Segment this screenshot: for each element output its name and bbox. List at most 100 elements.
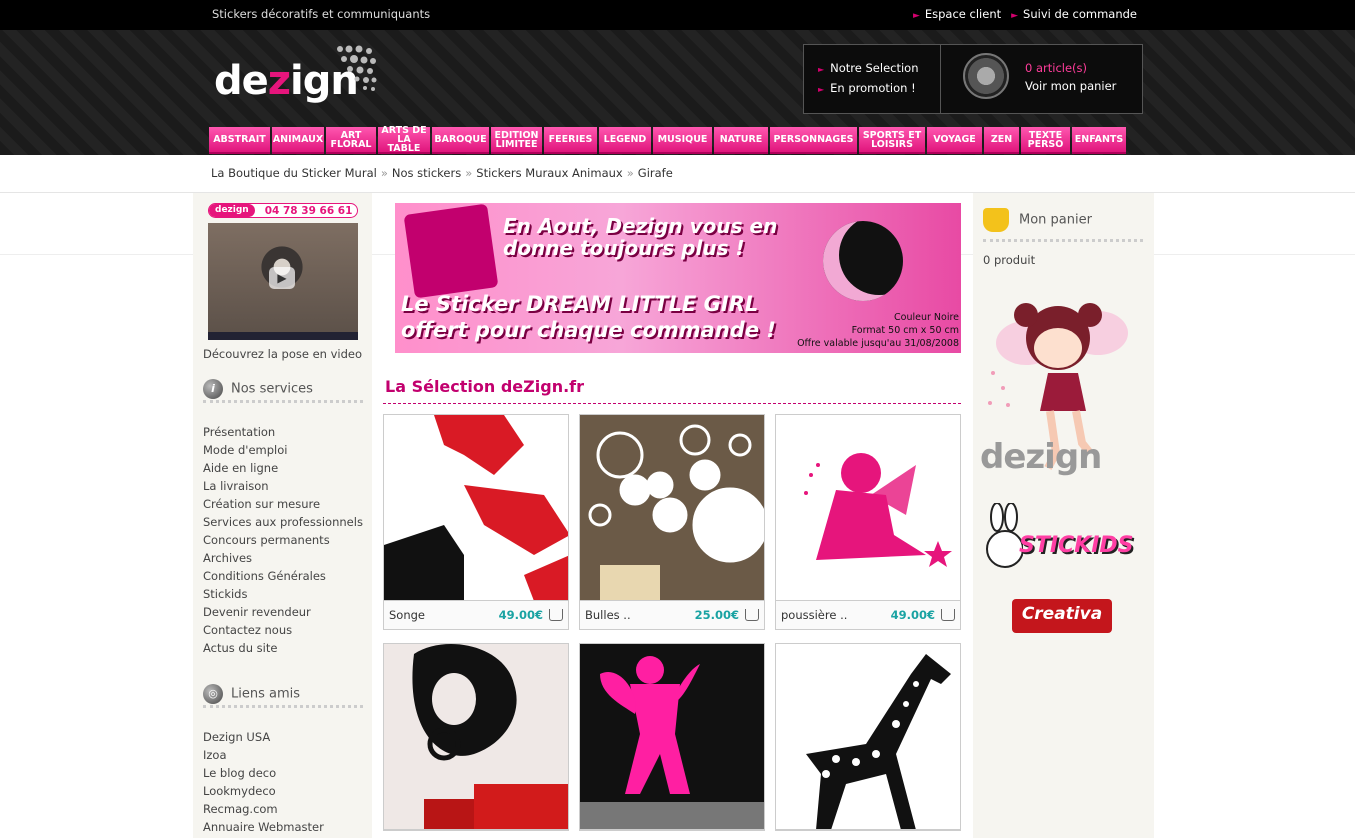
breadcrumb-current: Girafe (637, 166, 673, 180)
add-to-cart-icon[interactable] (745, 609, 759, 621)
arrow-icon: ► (1011, 11, 1019, 21)
friend-link[interactable]: Dezign USA (203, 728, 324, 746)
product-image-poussiere[interactable] (776, 415, 960, 601)
nav-item-baroque[interactable]: BAROQUE (432, 127, 489, 154)
site-header: dezign ► Notre Selection ► En promotion ! … (0, 30, 1355, 155)
video-player[interactable]: ▶ (208, 223, 358, 340)
left-sidebar: dezign 04 78 39 66 61 ▶ Découvrez la pos… (193, 193, 372, 838)
nav-item-feeries[interactable]: FEERIES (544, 127, 597, 154)
friend-link[interactable]: Le blog deco (203, 764, 324, 782)
breadcrumb-home[interactable]: La Boutique du Sticker Mural (211, 166, 377, 180)
promotion-link[interactable]: ► En promotion ! (818, 79, 940, 99)
selection-title: La Sélection deZign.fr (385, 377, 585, 396)
service-link[interactable]: Concours permanents (203, 531, 363, 549)
gift-icon (403, 203, 499, 299)
site-tagline: Stickers décoratifs et communiquants (212, 7, 431, 21)
fairy-brand: dezign (980, 437, 1102, 477)
breadcrumb-bar: La Boutique du Sticker Mural» Nos sticker… (0, 155, 1355, 193)
creativa-logo[interactable]: Creativa (1012, 599, 1112, 633)
stickids-logo[interactable]: STICKIDS (983, 503, 1143, 575)
friend-link[interactable]: Izoa (203, 746, 324, 764)
shopping-cart-icon[interactable] (963, 53, 1009, 99)
service-link[interactable]: Aide en ligne (203, 459, 363, 477)
service-link[interactable]: Stickids (203, 585, 363, 603)
service-link[interactable]: Actus du site (203, 639, 363, 657)
video-caption[interactable]: Découvrez la pose en video (203, 347, 362, 361)
moon-girl-icon (823, 221, 903, 301)
bunny-icon (986, 503, 1023, 568)
services-heading: i Nos services (203, 379, 363, 403)
right-sidebar: Mon panier 0 produit dezign STICKIDS Cre… (973, 193, 1154, 838)
nav-item-sports-et-loisirs[interactable]: SPORTS ET LOISIRS (859, 127, 925, 154)
fairy-mascot[interactable]: dezign (978, 293, 1148, 489)
breadcrumb-animaux[interactable]: Stickers Muraux Animaux (476, 166, 622, 180)
account-links: ► Espace client ► Suivi de commande (913, 7, 1137, 21)
nav-item-personnages[interactable]: PERSONNAGES (770, 127, 857, 154)
product-card[interactable] (775, 643, 961, 831)
product-image-girafe[interactable] (776, 644, 960, 830)
nav-item-animaux[interactable]: ANIMAUX (272, 127, 324, 154)
espace-client-link[interactable]: ► Espace client (913, 7, 1001, 21)
service-link[interactable]: Mode d'emploi (203, 441, 363, 459)
cart-heading: Mon panier (983, 208, 1143, 242)
promo-banner[interactable]: En Aout, Dezign vous en donne toujours pl… (395, 203, 961, 353)
cart-product-count: 0 produit (983, 253, 1036, 267)
friend-link[interactable]: Annuaire Webmaster (203, 818, 324, 836)
service-link[interactable]: Contactez nous (203, 621, 363, 639)
product-card[interactable] (579, 643, 765, 831)
nav-item-zen[interactable]: ZEN (984, 127, 1019, 154)
shopping-bag-icon (983, 208, 1009, 232)
category-nav: ABSTRAIT ANIMAUX ART FLORAL ARTS DE LA TABL… (209, 126, 1126, 154)
nav-item-arts-de-la-table[interactable]: ARTS DE LA TABLE (378, 126, 430, 154)
nav-item-edition-limitee[interactable]: EDITION LIMITEE (491, 127, 542, 154)
cart-count: 0 article(s) (1025, 61, 1088, 75)
service-link[interactable]: Archives (203, 549, 363, 567)
dezign-logo[interactable]: dezign (214, 44, 379, 112)
product-image-fairy[interactable] (580, 644, 764, 830)
play-icon[interactable]: ▶ (269, 267, 295, 289)
product-card[interactable]: poussière .. 49.00€ (775, 414, 961, 630)
product-image-bulles[interactable] (580, 415, 764, 601)
friend-link[interactable]: Lookmydeco (203, 782, 324, 800)
nav-item-art-floral[interactable]: ART FLORAL (326, 127, 376, 154)
nav-item-enfants[interactable]: ENFANTS (1072, 127, 1126, 154)
links-heading: ◎ Liens amis (203, 684, 363, 708)
nav-item-nature[interactable]: NATURE (714, 127, 768, 154)
info-icon: i (203, 379, 223, 399)
nav-item-abstrait[interactable]: ABSTRAIT (209, 127, 270, 154)
arrow-icon: ► (818, 65, 825, 74)
arrow-icon: ► (912, 11, 920, 21)
video-controls[interactable] (208, 332, 358, 340)
product-card[interactable]: Bulles .. 25.00€ (579, 414, 765, 630)
top-bar: Stickers décoratifs et communiquants ► Es… (0, 0, 1355, 30)
add-to-cart-icon[interactable] (941, 609, 955, 621)
nav-item-legend[interactable]: LEGEND (599, 127, 651, 154)
suivi-commande-link[interactable]: ► Suivi de commande (1011, 7, 1137, 21)
nav-item-texte-perso[interactable]: TEXTE PERSO (1021, 127, 1070, 154)
service-link[interactable]: La livraison (203, 477, 363, 495)
service-link[interactable]: Création sur mesure (203, 495, 363, 513)
logo-dots-icon (337, 45, 377, 91)
globe-icon: ◎ (203, 684, 223, 704)
nav-item-musique[interactable]: MUSIQUE (653, 127, 712, 154)
arrow-icon: ► (818, 85, 825, 94)
product-card[interactable] (383, 643, 569, 831)
service-link[interactable]: Services aux professionnels (203, 513, 363, 531)
product-image-songe[interactable] (384, 415, 568, 601)
nav-item-voyage[interactable]: VOYAGE (927, 127, 982, 154)
breadcrumb: La Boutique du Sticker Mural» Nos sticker… (211, 166, 673, 180)
friend-links-list: Dezign USA Izoa Le blog deco Lookmydeco Recm… (203, 728, 324, 836)
product-image-girl[interactable] (384, 644, 568, 830)
services-list: Présentation Mode d'emploi Aide en ligne La… (203, 423, 363, 657)
product-card[interactable]: Songe 49.00€ (383, 414, 569, 630)
service-link[interactable]: Devenir revendeur (203, 603, 363, 621)
service-link[interactable]: Présentation (203, 423, 363, 441)
add-to-cart-icon[interactable] (549, 609, 563, 621)
view-cart-link[interactable]: Voir mon panier (1025, 77, 1142, 95)
phone-badge: dezign 04 78 39 66 61 (208, 203, 358, 218)
header-selection-box: ► Notre Selection ► En promotion ! 0 artic… (803, 44, 1143, 114)
breadcrumb-stickers[interactable]: Nos stickers (392, 166, 461, 180)
notre-selection-link[interactable]: ► Notre Selection (818, 59, 940, 79)
service-link[interactable]: Conditions Générales (203, 567, 363, 585)
friend-link[interactable]: Recmag.com (203, 800, 324, 818)
